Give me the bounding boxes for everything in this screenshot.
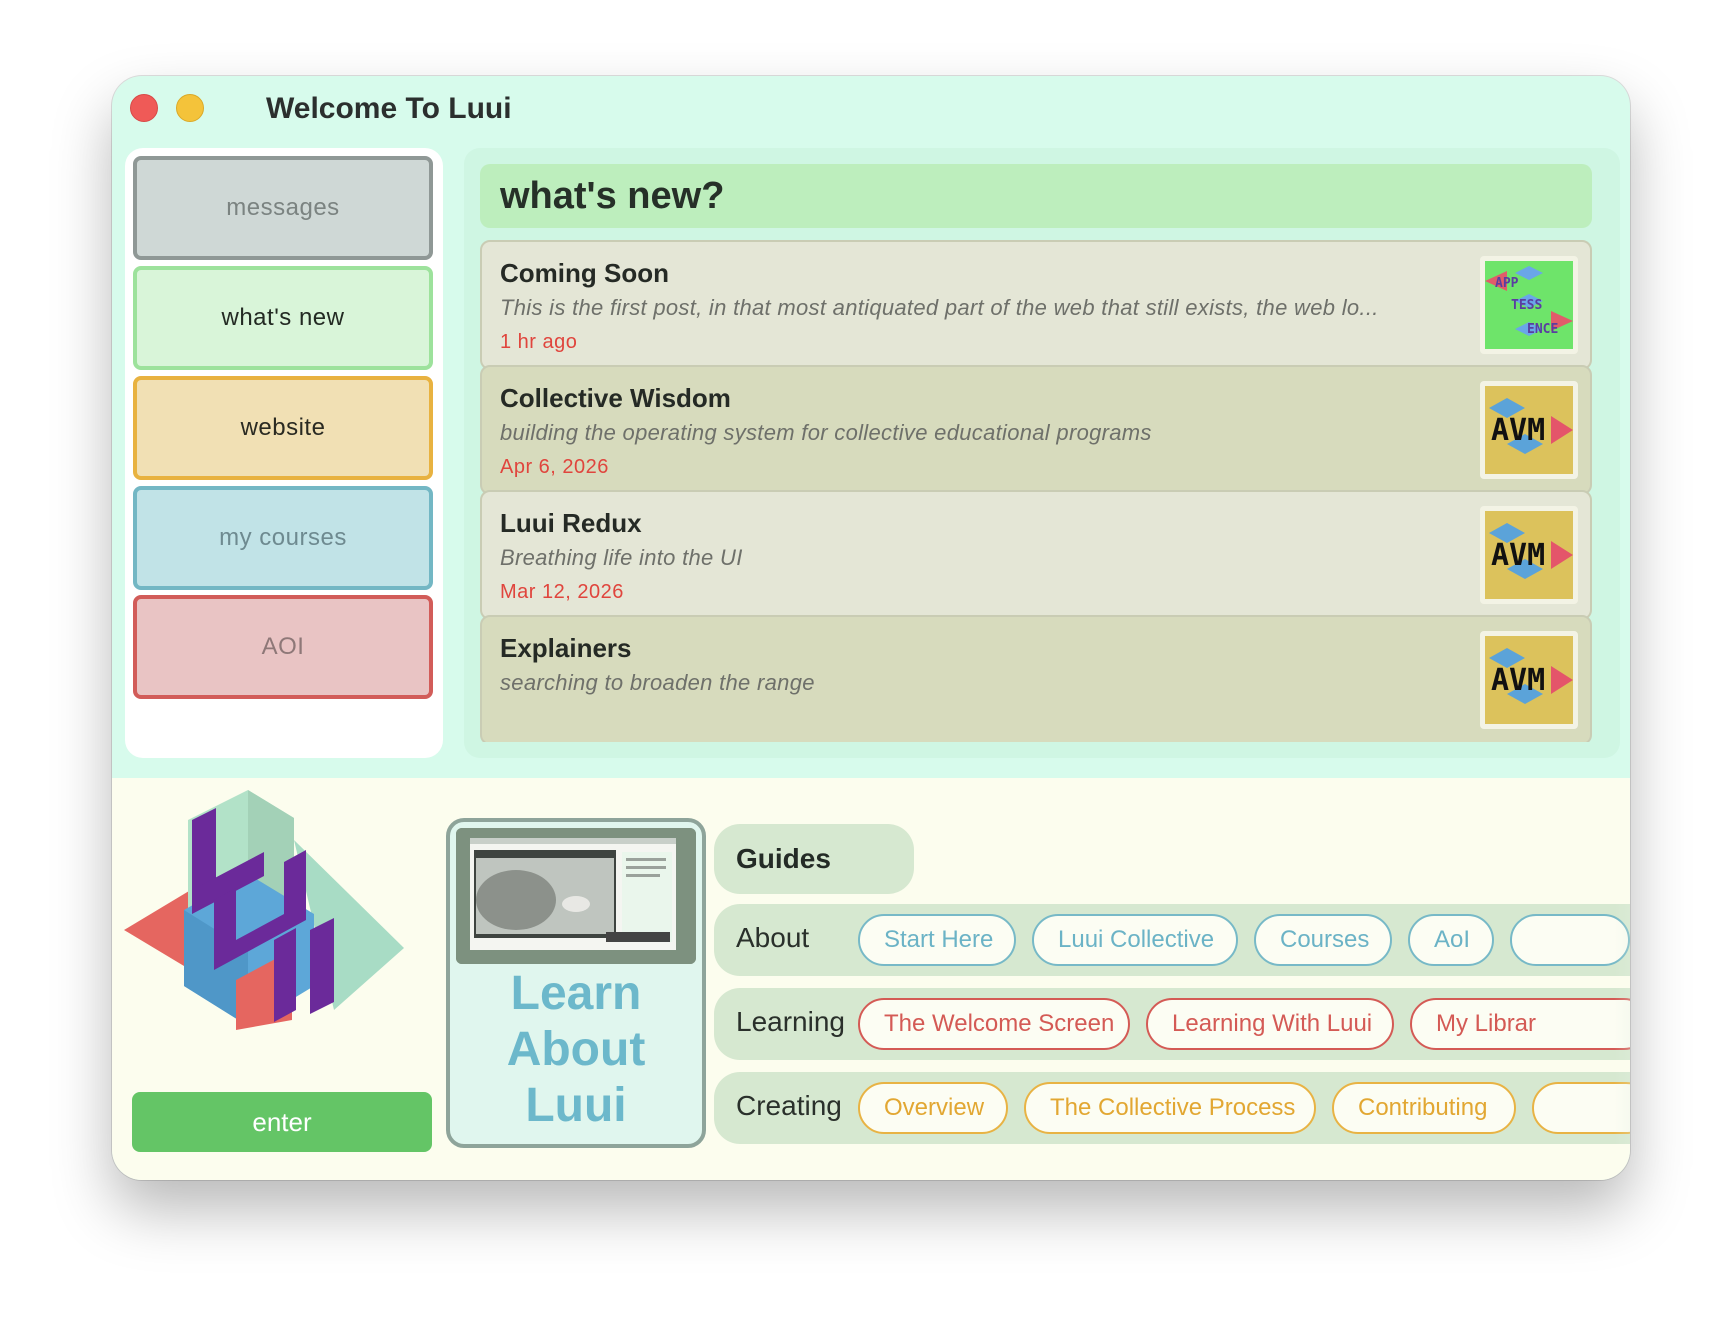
- guides-row-creating: Creating Overview The Collective Process…: [714, 1072, 1630, 1144]
- sidebar-item-aoi[interactable]: AOI: [133, 595, 433, 699]
- whats-new-panel: what's new? Coming Soon This is the firs…: [464, 148, 1620, 758]
- thumb-text: TESS: [1511, 298, 1542, 313]
- guide-chip-start-here[interactable]: Start Here: [858, 914, 1016, 966]
- guide-chip-luui-collective[interactable]: Luui Collective: [1032, 914, 1238, 966]
- post-thumbnail: AVM: [1480, 506, 1578, 604]
- learn-about-luui-label: Learn About Luui: [506, 967, 646, 1132]
- thumb-text: APP: [1495, 276, 1519, 291]
- guide-chip-contributing[interactable]: Contributing: [1332, 1082, 1516, 1134]
- sidebar: messages what's new website my courses A…: [125, 148, 443, 758]
- guide-chip-partial[interactable]: [1510, 914, 1630, 966]
- avm-icon: AVM: [1485, 386, 1573, 474]
- guide-chip-my-library[interactable]: My Librar: [1410, 998, 1630, 1050]
- close-window-button[interactable]: [130, 94, 158, 122]
- launcher-area: enter Learn About Luui Guides About Star…: [112, 778, 1630, 1180]
- thumb-text: AVM: [1491, 663, 1545, 698]
- post-description: Breathing life into the UI: [500, 545, 743, 570]
- learn-about-luui-card[interactable]: Learn About Luui: [446, 818, 706, 1148]
- post-title: Explainers: [500, 633, 632, 663]
- guide-chip-overview[interactable]: Overview: [858, 1082, 1008, 1134]
- window-title: Welcome To Luui: [266, 92, 512, 125]
- guide-chip-the-collective-process[interactable]: The Collective Process: [1024, 1082, 1316, 1134]
- post-description: This is the first post, in that most ant…: [500, 295, 1379, 320]
- post-item[interactable]: Luui Redux Breathing life into the UI Ma…: [480, 490, 1592, 620]
- guides-row-about: About Start Here Luui Collective Courses…: [714, 904, 1630, 976]
- guides-row-label: About: [736, 922, 810, 953]
- sidebar-item-website[interactable]: website: [133, 376, 433, 480]
- post-description: building the operating system for collec…: [500, 420, 1152, 445]
- guide-chip-aoi[interactable]: AoI: [1408, 914, 1494, 966]
- title-bar: Welcome To Luui: [112, 76, 1630, 146]
- thumb-text: AVM: [1491, 413, 1545, 448]
- post-item[interactable]: Explainers searching to broaden the rang…: [480, 615, 1592, 742]
- minimize-window-button[interactable]: [176, 94, 204, 122]
- post-thumbnail: AVM: [1480, 631, 1578, 729]
- row-fade: [1614, 904, 1630, 976]
- row-fade: [1614, 1072, 1630, 1144]
- sidebar-item-my-courses[interactable]: my courses: [133, 486, 433, 590]
- post-date: 1 hr ago: [500, 331, 578, 353]
- post-title: Coming Soon: [500, 258, 669, 288]
- guide-chip-the-welcome-screen[interactable]: The Welcome Screen: [858, 998, 1130, 1050]
- learn-video-thumbnail: [456, 828, 696, 964]
- guide-chip-courses[interactable]: Courses: [1254, 914, 1392, 966]
- post-description: searching to broaden the range: [500, 670, 815, 695]
- enter-button[interactable]: enter: [132, 1092, 432, 1152]
- guides-row-learning: Learning The Welcome Screen Learning Wit…: [714, 988, 1630, 1060]
- thumb-text: ENCE: [1527, 322, 1558, 337]
- luui-logo-icon: [124, 790, 404, 1030]
- guides-row-label: Learning: [736, 1006, 845, 1037]
- guides-title: Guides: [714, 824, 914, 894]
- luui-window: Welcome To Luui messages what's new webs…: [112, 76, 1630, 1180]
- post-list[interactable]: Coming Soon This is the first post, in t…: [480, 240, 1592, 742]
- post-thumbnail: AVM: [1480, 381, 1578, 479]
- post-thumbnail: APP TESS ENCE: [1480, 256, 1578, 354]
- app-tess-ence-icon: APP TESS ENCE: [1485, 261, 1573, 349]
- post-date: Apr 6, 2026: [500, 456, 609, 478]
- thumb-text: AVM: [1491, 538, 1545, 573]
- video-preview-icon: [456, 828, 696, 964]
- avm-icon: AVM: [1485, 511, 1573, 599]
- guides-row-label: Creating: [736, 1090, 842, 1121]
- post-title: Collective Wisdom: [500, 383, 731, 413]
- post-item[interactable]: Collective Wisdom building the operating…: [480, 365, 1592, 495]
- avm-icon: AVM: [1485, 636, 1573, 724]
- post-date: Mar 12, 2026: [500, 581, 624, 603]
- post-title: Luui Redux: [500, 508, 642, 538]
- sidebar-item-messages[interactable]: messages: [133, 156, 433, 260]
- post-item[interactable]: Coming Soon This is the first post, in t…: [480, 240, 1592, 370]
- sidebar-item-whats-new[interactable]: what's new: [133, 266, 433, 370]
- guide-chip-learning-with-luui[interactable]: Learning With Luui: [1146, 998, 1394, 1050]
- row-fade: [1614, 988, 1630, 1060]
- whats-new-header: what's new?: [480, 164, 1592, 228]
